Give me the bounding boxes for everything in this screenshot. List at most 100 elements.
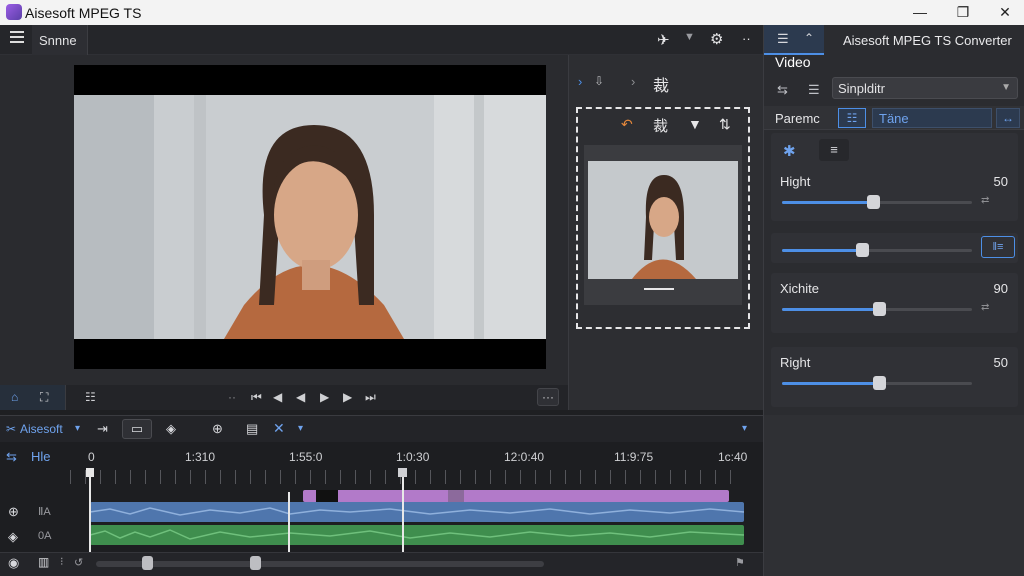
- overlay-clip-marker: [316, 490, 338, 502]
- hamburger-menu-icon[interactable]: [10, 31, 24, 44]
- skip-start-icon[interactable]: ⏮: [251, 390, 262, 405]
- settings-gear-icon[interactable]: ⚙: [710, 30, 723, 48]
- scroll-handle-right[interactable]: [250, 556, 261, 570]
- playhead-handle[interactable]: [86, 468, 94, 477]
- screen-icon[interactable]: ▭: [122, 419, 152, 439]
- tool-icon[interactable]: ⇩: [594, 74, 604, 88]
- slider-card-3: Xichite 90 ⇄: [771, 273, 1018, 333]
- scroll-handle-left[interactable]: [142, 556, 153, 570]
- visibility-icon[interactable]: ◉: [8, 555, 19, 571]
- list-icon[interactable]: ☰: [777, 31, 789, 47]
- timeline-dropdown-icon[interactable]: ▾: [75, 423, 80, 434]
- app-title: Aisesoft MPEG TS Converter: [843, 33, 1012, 48]
- tab-video[interactable]: Video: [775, 54, 811, 70]
- slider-4[interactable]: [782, 376, 972, 390]
- download-icon[interactable]: ⊕: [212, 421, 223, 437]
- step-back-icon[interactable]: ◀: [273, 390, 282, 404]
- in-marker[interactable]: [288, 492, 290, 556]
- collapse-timeline-icon[interactable]: ▾: [742, 423, 747, 434]
- add-icon[interactable]: ↔: [996, 108, 1020, 128]
- fit-screen-icon[interactable]: ⛶: [40, 390, 48, 405]
- slider-1-label: Hight: [780, 174, 811, 189]
- play-icon[interactable]: ▶: [320, 390, 329, 404]
- step-forward-icon[interactable]: ▶: [343, 390, 352, 404]
- track-2-label: 0A: [38, 530, 52, 542]
- track-label: Hle: [31, 449, 51, 464]
- audio-track-icon[interactable]: ◈: [8, 529, 18, 545]
- time-tick-label: 1:310: [185, 450, 216, 464]
- window-title: Aisesoft MPEG TS: [25, 5, 142, 21]
- swap-icon[interactable]: ⇆: [777, 82, 788, 98]
- slider3-knob[interactable]: [872, 302, 886, 316]
- link-icon[interactable]: ⇄: [981, 195, 989, 206]
- adjust-icon[interactable]: ☷: [85, 390, 96, 404]
- rotate-icon[interactable]: ↶: [621, 116, 633, 133]
- flag-icon[interactable]: ⚑: [735, 556, 745, 569]
- slider-3[interactable]: [782, 302, 972, 316]
- playhead[interactable]: [89, 470, 91, 556]
- effect-icon[interactable]: ✱: [783, 142, 796, 160]
- crop-tool-icon[interactable]: 裁: [653, 115, 668, 136]
- filter-icon[interactable]: ▼: [688, 116, 702, 132]
- select-chevron-icon: ▼: [1001, 82, 1011, 93]
- slider4-knob[interactable]: [872, 376, 886, 390]
- video-preview[interactable]: [74, 65, 546, 369]
- crop-breadcrumb: 裁: [653, 78, 670, 95]
- slider-card-2: ‖≡: [771, 233, 1018, 263]
- slider-2[interactable]: [782, 243, 972, 257]
- slider-3-label: Xichite: [780, 281, 820, 296]
- menu-lines-icon[interactable]: ≡: [819, 139, 849, 161]
- loop-icon[interactable]: ↺: [74, 556, 83, 569]
- close-button[interactable]: ✕: [990, 1, 1020, 23]
- chevron-right-icon-2: ›: [631, 74, 636, 89]
- minimize-button[interactable]: —: [905, 1, 935, 23]
- out-marker[interactable]: [402, 470, 404, 556]
- slider-card-4: Right 50: [771, 347, 1018, 407]
- chevron-down-icon[interactable]: ▼: [684, 31, 695, 43]
- timeline-scrollbar[interactable]: [96, 561, 544, 567]
- chevron-right-icon: ›: [578, 74, 583, 89]
- track-settings-icon[interactable]: ⇆: [6, 449, 17, 465]
- flip-icon[interactable]: ⇅: [719, 116, 731, 133]
- forward-icon[interactable]: ⇥: [97, 421, 108, 437]
- delete-icon[interactable]: ✕: [273, 420, 285, 437]
- layout-icon[interactable]: ▥: [38, 555, 49, 569]
- skip-end-icon[interactable]: ⏭: [365, 390, 376, 405]
- home-icon[interactable]: ⌂: [11, 390, 18, 404]
- delete-dropdown-icon[interactable]: ▾: [298, 423, 303, 434]
- overlay-clip-marker-2: [448, 490, 464, 502]
- time-tick-label: 1c:40: [718, 450, 748, 464]
- tone-field[interactable]: Täne: [872, 108, 992, 128]
- time-tick-label: 12:0:40: [504, 450, 545, 464]
- preset-select[interactable]: Sinplditr ▼: [832, 77, 1018, 99]
- link-icon-3[interactable]: ⇄: [981, 302, 989, 313]
- video-track-icon[interactable]: ⊕: [8, 504, 19, 520]
- rewind-icon[interactable]: ◀: [296, 390, 305, 404]
- snnne-tab[interactable]: Snnne: [39, 33, 77, 48]
- pin-icon[interactable]: ✈: [657, 31, 670, 49]
- more-options-button[interactable]: ··: [742, 31, 751, 46]
- slider-1[interactable]: [782, 195, 972, 209]
- dots-icon: ··: [228, 390, 236, 404]
- video-frame-image: [74, 65, 546, 369]
- slider1-knob[interactable]: [867, 195, 881, 209]
- slider-4-label: Right: [780, 355, 811, 370]
- out-marker-handle[interactable]: [398, 468, 407, 477]
- split-icon[interactable]: ◈: [166, 421, 176, 437]
- timeline-project-label[interactable]: Aisesoft: [20, 422, 63, 436]
- maximize-button[interactable]: ❐: [948, 1, 978, 23]
- film-icon[interactable]: ▤: [246, 421, 258, 437]
- calendar-icon[interactable]: ☷: [838, 108, 866, 128]
- more-dots-icon: ⁝: [60, 556, 64, 568]
- controls-more-button[interactable]: ···: [542, 390, 554, 404]
- timeline-toolbar: ✂ Aisesoft ▾ ⇥ ▭ ◈ ⊕ ▤ ✕ ▾ ▾: [0, 415, 763, 442]
- slider2-knob[interactable]: [855, 243, 869, 257]
- slider-2-button[interactable]: ‖≡: [981, 236, 1015, 258]
- time-tick-label: 1:0:30: [396, 450, 430, 464]
- timeline-logo-icon: ✂: [6, 422, 17, 436]
- collapse-icon[interactable]: ⌃: [804, 31, 814, 45]
- overlay-clip[interactable]: [303, 490, 729, 502]
- audio-clip[interactable]: [89, 525, 745, 545]
- video-clip[interactable]: [89, 502, 745, 522]
- layers-icon[interactable]: ☰: [808, 82, 820, 98]
